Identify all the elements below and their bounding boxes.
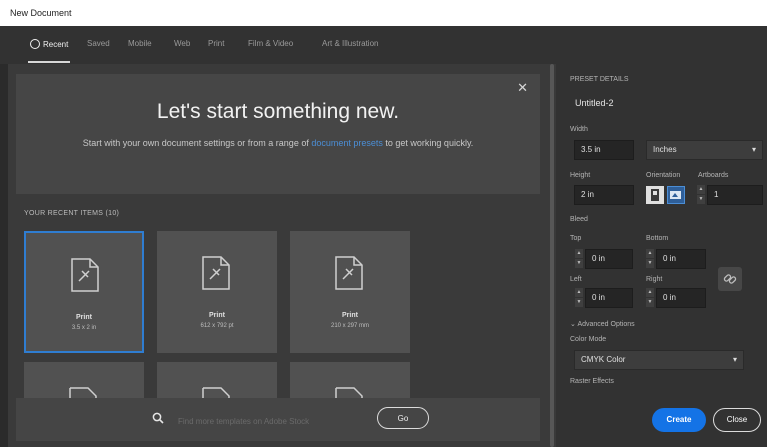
recent-item-card[interactable]: Print 612 x 792 pt [157,231,277,353]
close-banner-icon[interactable]: ✕ [517,80,528,96]
document-presets-link[interactable]: document presets [311,138,383,148]
bleed-left-label: Left [570,276,582,283]
preset-category-tabs: Recent Saved Mobile Web Print Film & Vid… [0,26,767,64]
bleed-top-stepper[interactable]: ▲ ▼ [575,249,583,269]
orientation-label: Orientation [646,172,681,179]
scrollbar-thumb[interactable] [550,64,554,447]
bleed-bottom-stepper[interactable]: ▲ ▼ [646,249,654,269]
bleed-right-input[interactable]: 0 in [656,288,706,308]
bleed-left-input[interactable]: 0 in [585,288,633,308]
window-titlebar: New Document [0,0,767,26]
tab-film-video[interactable]: Film & Video [248,39,293,48]
artboards-label: Artboards [698,172,729,179]
bleed-top-label: Top [570,235,582,242]
banner-subtitle: Start with your own document settings or… [78,136,478,150]
active-tab-indicator [28,61,70,63]
stepper-down-icon[interactable]: ▼ [575,298,583,307]
welcome-banner: ✕ Let's start something new. Start with … [16,74,540,194]
bleed-label: Bleed [570,216,588,223]
portrait-orientation-button[interactable] [646,186,664,204]
close-button[interactable]: Close [713,408,761,432]
recent-item-size: 3.5 x 2 in [71,325,97,331]
tab-mobile[interactable]: Mobile [128,39,152,48]
stepper-up-icon[interactable]: ▲ [697,185,705,194]
artboards-stepper[interactable]: ▲ ▼ [697,185,705,205]
recent-item-card[interactable] [157,362,277,402]
recent-item-size: 612 x 792 pt [200,323,234,329]
landscape-icon [670,191,681,199]
recent-item-size: 210 x 297 mm [330,323,370,329]
presets-panel: ✕ Let's start something new. Start with … [8,64,548,447]
stepper-down-icon[interactable]: ▼ [575,259,583,268]
preset-details-label: PRESET DETAILS [570,76,629,83]
banner-subtitle-text: Start with your own document settings or… [82,138,309,148]
recent-item-name: Print [76,314,92,321]
chevron-down-icon: ▾ [732,355,737,364]
recent-items-label: YOUR RECENT ITEMS (10) [24,210,120,217]
recent-item-card[interactable]: Print 210 x 297 mm [290,231,410,353]
tab-recent[interactable]: Recent [30,39,68,49]
stepper-down-icon[interactable]: ▼ [646,259,654,268]
advanced-options-label: Advanced Options [577,321,635,328]
bleed-left-stepper[interactable]: ▲ ▼ [575,288,583,308]
stepper-up-icon[interactable]: ▲ [646,288,654,297]
tab-art-illustration[interactable]: Art & Illustration [322,39,378,48]
recent-item-card[interactable]: Print 3.5 x 2 in [24,231,144,353]
chevron-down-icon: ▾ [751,145,756,154]
clock-icon [30,39,40,49]
advanced-options-toggle[interactable]: ⌄ Advanced Options [570,320,635,328]
go-button[interactable]: Go [377,407,429,429]
height-label: Height [570,172,591,179]
link-bleed-button[interactable] [718,267,742,291]
bleed-right-label: Right [646,276,663,283]
document-icon [335,256,363,290]
document-name-field[interactable]: Untitled-2 [575,98,614,108]
stepper-down-icon[interactable]: ▼ [697,195,705,204]
portrait-icon [651,189,659,201]
stock-search-input[interactable] [176,413,370,429]
document-icon [202,256,230,290]
stepper-up-icon[interactable]: ▲ [646,249,654,258]
search-icon [152,412,164,424]
bleed-top-input[interactable]: 0 in [585,249,633,269]
recent-item-card[interactable] [290,362,410,402]
color-mode-value: CMYK Color [581,355,626,364]
tab-print[interactable]: Print [208,39,224,48]
create-button[interactable]: Create [652,408,706,432]
tab-saved[interactable]: Saved [87,39,110,48]
width-label: Width [570,126,588,133]
banner-title: Let's start something new. [156,100,400,123]
bleed-bottom-input[interactable]: 0 in [656,249,706,269]
recent-item-card[interactable] [24,362,144,402]
landscape-orientation-button[interactable] [667,186,685,204]
width-input[interactable]: 3.5 in [574,140,634,160]
banner-subtitle-text-end: to get working quickly. [385,138,474,148]
recent-item-name: Print [342,312,358,319]
raster-effects-label: Raster Effects [570,378,614,385]
stepper-up-icon[interactable]: ▲ [575,288,583,297]
units-dropdown[interactable]: Inches ▾ [646,140,763,160]
stepper-down-icon[interactable]: ▼ [646,298,654,307]
document-icon [71,258,99,292]
color-mode-dropdown[interactable]: CMYK Color ▾ [574,350,744,370]
stock-search-bar: Go [16,398,540,441]
bleed-right-stepper[interactable]: ▲ ▼ [646,288,654,308]
height-input[interactable]: 2 in [574,185,634,205]
color-mode-label: Color Mode [570,336,607,343]
units-value: Inches [653,145,677,154]
stepper-up-icon[interactable]: ▲ [575,249,583,258]
window-title: New Document [10,8,72,18]
artboards-input[interactable]: 1 [707,185,763,205]
bleed-bottom-label: Bottom [646,235,669,242]
chain-link-icon [723,274,737,284]
tab-web[interactable]: Web [174,39,190,48]
recent-item-name: Print [209,312,225,319]
